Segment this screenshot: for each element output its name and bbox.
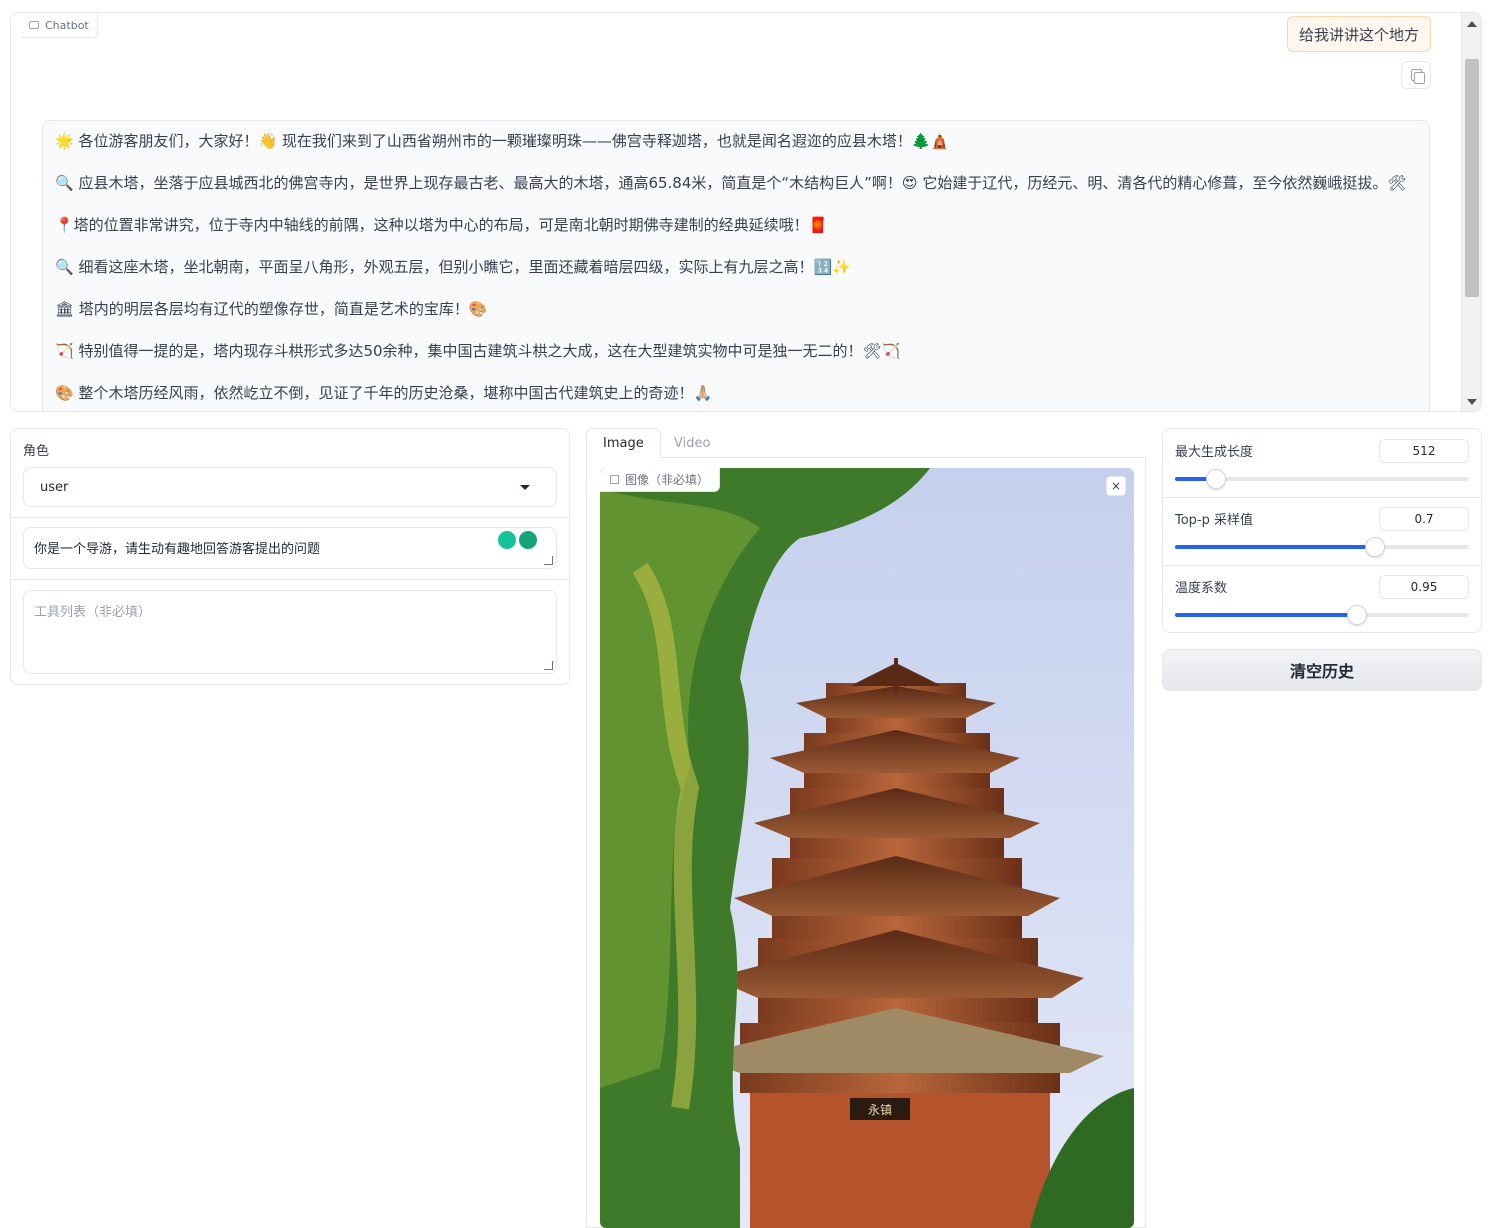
scroll-down-icon[interactable]	[1467, 399, 1477, 405]
bot-paragraph: 🔍 应县木塔，坐落于应县城西北的佛宫寺内，是世界上现存最古老、最高大的木塔，通高…	[55, 174, 1407, 192]
tab-video[interactable]: Video	[658, 428, 726, 459]
image-label: 图像（非必填）	[600, 468, 721, 492]
max-length-slider-block: 最大生成长度 512	[1163, 429, 1481, 497]
image-label-text: 图像（非必填）	[625, 473, 710, 487]
resize-handle-icon[interactable]	[544, 661, 553, 670]
temperature-slider[interactable]	[1175, 605, 1469, 625]
image-upload-panel: 图像（非必填） × 永镇	[586, 458, 1146, 1228]
tab-image[interactable]: Image	[586, 428, 661, 459]
role-value: user	[40, 479, 69, 495]
scroll-thumb[interactable]	[1465, 59, 1479, 297]
slider-thumb[interactable]	[1206, 469, 1227, 489]
bot-paragraph: 🌟 各位游客朋友们，大家好！👋 现在我们来到了山西省朔州市的一颗璀璨明珠——佛宫…	[55, 132, 950, 150]
bot-paragraph: 🏛 塔内的明层各层均有辽代的塑像存世，简直是艺术的宝库！🎨	[55, 300, 488, 318]
top-p-value-input[interactable]: 0.7	[1379, 507, 1469, 531]
slider-thumb[interactable]	[1347, 605, 1368, 625]
tools-placeholder: 工具列表（非必填）	[34, 605, 152, 620]
top-p-slider-block: Top-p 采样值 0.7	[1163, 497, 1481, 565]
clear-history-button[interactable]: 清空历史	[1162, 649, 1482, 691]
chevron-down-icon[interactable]	[520, 485, 530, 490]
grammarly-bulb-icon[interactable]	[498, 531, 516, 549]
slider-fill	[1175, 613, 1358, 617]
bot-paragraph: 📍塔的位置非常讲究，位于寺内中轴线的前隅，这种以塔为中心的布局，可是南北朝时期佛…	[55, 216, 828, 234]
chatbot-label-text: Chatbot	[45, 18, 89, 32]
divider	[11, 517, 569, 518]
temperature-value-input[interactable]: 0.95	[1379, 575, 1469, 599]
chatbot-label: Chatbot	[21, 13, 98, 38]
grammarly-g-icon[interactable]	[519, 531, 537, 549]
bot-paragraph: 🔍 细看这座木塔，坐北朝南，平面呈八角形，外观五层，但别小瞧它，里面还藏着暗层四…	[55, 258, 851, 276]
top-p-label: Top-p 采样值	[1175, 513, 1254, 528]
divider	[11, 579, 569, 580]
copy-icon[interactable]	[1401, 61, 1431, 89]
scroll-up-icon[interactable]	[1467, 21, 1477, 27]
bot-paragraph: 🏹 特别值得一提的是，塔内现存斗栱形式多达50余种，集中国古建筑斗栱之大成，这在…	[55, 342, 901, 360]
tools-list-field[interactable]: 工具列表（非必填）	[23, 590, 557, 674]
max-length-slider[interactable]	[1175, 469, 1469, 489]
input-panel: 角色 user 你是一个导游，请生动有趣地回答游客提出的问题 工具列表（非必填）	[10, 428, 570, 685]
slider-thumb[interactable]	[1364, 537, 1385, 557]
parameters-panel: 最大生成长度 512 Top-p 采样值 0.7 温度系数 0.95	[1162, 428, 1482, 633]
system-prompt-text: 你是一个导游，请生动有趣地回答游客提出的问题	[34, 542, 321, 557]
pagoda-photo: 永镇	[600, 468, 1134, 1228]
max-length-label: 最大生成长度	[1175, 445, 1254, 460]
chatbot-panel: Chatbot 给我讲讲这个地方 🌟 各位游客朋友们，大家好！👋 现在我们来到了…	[10, 12, 1482, 412]
image-icon	[610, 475, 619, 484]
top-p-slider[interactable]	[1175, 537, 1469, 557]
bot-message: 🌟 各位游客朋友们，大家好！👋 现在我们来到了山西省朔州市的一颗璀璨明珠——佛宫…	[42, 120, 1430, 411]
media-panel: Image Video 图像（非必填） × 永镇	[586, 428, 1146, 1228]
chat-icon	[29, 21, 39, 29]
system-prompt-field[interactable]: 你是一个导游，请生动有趣地回答游客提出的问题	[23, 527, 557, 569]
user-message: 给我讲讲这个地方	[1286, 16, 1431, 52]
grammarly-icons[interactable]	[498, 531, 542, 551]
resize-handle-icon[interactable]	[544, 556, 553, 565]
image-preview[interactable]: 图像（非必填） × 永镇	[600, 468, 1134, 1228]
close-icon[interactable]: ×	[1106, 476, 1126, 496]
media-tabs: Image Video	[586, 428, 1146, 459]
plaque-text: 永镇	[868, 1103, 892, 1117]
temperature-slider-block: 温度系数 0.95	[1163, 565, 1481, 633]
role-dropdown[interactable]: user	[23, 467, 557, 507]
slider-fill	[1175, 545, 1375, 549]
bot-paragraph: 🎨 整个木塔历经风雨，依然屹立不倒，见证了千年的历史沧桑，堪称中国古代建筑史上的…	[55, 384, 713, 402]
max-length-value-input[interactable]: 512	[1379, 439, 1469, 463]
chat-scrollbar[interactable]	[1461, 13, 1481, 411]
temperature-label: 温度系数	[1175, 581, 1228, 596]
role-label: 角色	[23, 444, 50, 459]
